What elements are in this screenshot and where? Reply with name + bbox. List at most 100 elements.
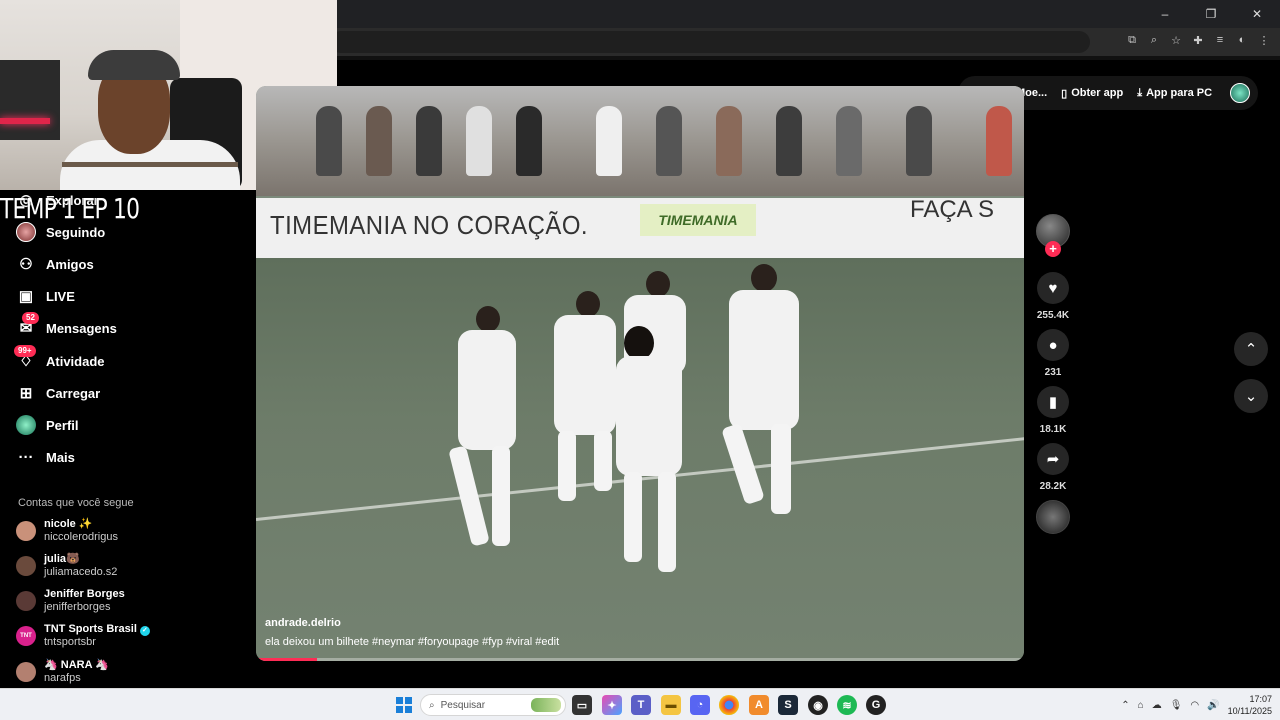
more-icon: ··· [18, 448, 34, 466]
like-count: 255.4K [1036, 310, 1070, 321]
following-account[interactable]: 🦄 NARA 🦄 narafps [16, 657, 109, 687]
restore-button[interactable]: ❐ [1188, 0, 1234, 28]
search-highlight-image [531, 698, 561, 712]
install-app-icon[interactable]: ⧉ [1124, 32, 1140, 48]
following-section-title: Contas que você segue [18, 497, 134, 509]
previous-video-button[interactable]: ⌃ [1234, 332, 1268, 366]
crowd-figure [776, 106, 802, 176]
next-video-button[interactable]: ⌄ [1234, 379, 1268, 413]
profile-avatar [16, 415, 36, 435]
save-count: 18.1K [1039, 424, 1067, 435]
chevron-up-icon[interactable]: ⌃ [1121, 700, 1129, 711]
bookmark-star-icon[interactable]: ☆ [1168, 32, 1184, 48]
obs-icon[interactable]: ◉ [808, 695, 828, 715]
spotify-icon[interactable]: ≋ [837, 695, 857, 715]
teams-icon[interactable]: T [631, 695, 651, 715]
comment-icon: ● [1048, 336, 1058, 354]
webcam-stripe [62, 162, 238, 167]
close-button[interactable]: ✕ [1234, 0, 1280, 28]
comment-button[interactable]: ● [1037, 329, 1069, 361]
zoom-icon[interactable]: ⌕ [1146, 32, 1162, 48]
get-app-label: Obter app [1071, 87, 1124, 99]
avatar [16, 662, 36, 682]
clock-time: 17:07 [1249, 694, 1272, 704]
following-account[interactable]: TNT TNT Sports Brasil ✓ tntsportsbr [16, 621, 150, 651]
sidebar-item-mais[interactable]: ··· Mais [16, 445, 75, 469]
crowd-figure [656, 106, 682, 176]
following-account[interactable]: julia🐻 juliamacedo.s2 [16, 551, 117, 581]
system-tray: ⌃ ⌂ ☁ 🎙 ◠ 🔊 17:07 10/11/2025 [1121, 689, 1272, 720]
friends-icon: ⚇ [19, 256, 33, 273]
verified-icon: ✓ [139, 626, 150, 636]
window-controls: – ❐ ✕ [1142, 0, 1280, 28]
sidebar-item-carregar[interactable]: ⊞ Carregar [16, 381, 101, 405]
sidebar-item-live[interactable]: ▣ LIVE [16, 284, 75, 308]
cloud-icon[interactable]: ☁ [1152, 700, 1162, 711]
crowd-figure [416, 106, 442, 176]
sidebar-item-label: Amigos [46, 256, 94, 272]
video-author[interactable]: andrade.delrio [265, 617, 341, 629]
kebab-menu-icon[interactable]: ⋮ [1256, 32, 1272, 48]
comment-count: 231 [1044, 367, 1062, 378]
sidebar-item-mensagens[interactable]: ✉ 52 Mensagens [16, 312, 117, 340]
crowd-figure [596, 106, 622, 176]
video-description[interactable]: ela deixou um bilhete #neymar #foryoupag… [265, 636, 559, 648]
minimize-button[interactable]: – [1142, 0, 1188, 28]
music-disc-icon[interactable] [1036, 500, 1070, 534]
sidebar-item-label: Mensagens [46, 320, 117, 336]
file-explorer-icon[interactable]: ▬ [661, 695, 681, 715]
crowd-figure [366, 106, 392, 176]
chrome-icon[interactable] [719, 695, 739, 715]
sidebar-item-amigos[interactable]: ⚇ Amigos [16, 252, 94, 276]
address-bar[interactable] [330, 31, 1090, 53]
microphone-icon[interactable]: 🎙 [1170, 700, 1183, 711]
account-name: TNT Sports Brasil [44, 623, 137, 635]
account-name: julia🐻 [44, 553, 80, 565]
sidebar-item-label: Perfil [46, 417, 79, 433]
account-handle: juliamacedo.s2 [44, 566, 118, 578]
avatar [16, 591, 36, 611]
wifi-icon[interactable]: ◠ [1190, 700, 1199, 711]
messages-badge: 52 [22, 312, 39, 324]
video-banner-right: FAÇA S [910, 196, 995, 223]
video-player[interactable]: TIMEMANIA NO CORAÇÃO. TIMEMANIA FAÇA S a… [256, 86, 1024, 661]
webcam-led [0, 118, 50, 124]
account-handle: niccolerodrigus [44, 531, 118, 543]
follow-plus-icon[interactable]: + [1045, 241, 1061, 257]
account-handle: narafps [44, 672, 81, 684]
like-button[interactable]: ♥ [1037, 272, 1069, 304]
windows-start-icon[interactable] [396, 697, 412, 713]
webcam-cap [88, 50, 180, 80]
steam-icon[interactable]: S [778, 695, 798, 715]
sidebar-item-perfil[interactable]: Perfil [16, 413, 79, 437]
avatar: TNT [16, 626, 36, 646]
chevron-up-icon: ⌃ [1244, 341, 1258, 358]
profile-icon[interactable]: ◐ [1234, 32, 1250, 48]
user-avatar[interactable] [1230, 83, 1251, 103]
following-account[interactable]: nicole ✨ niccolerodrigus [16, 516, 118, 546]
task-view-icon[interactable]: ▭ [572, 695, 592, 715]
volume-icon[interactable]: 🔊 [1207, 700, 1219, 711]
discord-icon[interactable]: ◔ [690, 695, 710, 715]
sidebar-item-label: Mais [46, 449, 75, 465]
sidebar-item-atividade[interactable]: ♢ 99+ Atividade [14, 345, 105, 373]
app-icon-g[interactable]: G [866, 695, 886, 715]
live-icon: ▣ [18, 288, 34, 305]
share-button[interactable]: ➦ [1037, 443, 1069, 475]
video-progress[interactable] [256, 658, 1024, 661]
app-icon[interactable]: A [749, 695, 769, 715]
pc-app-button[interactable]: ⤓ App para PC [1137, 87, 1212, 100]
clock[interactable]: 17:07 10/11/2025 [1228, 693, 1272, 717]
save-button[interactable]: ▮ [1037, 386, 1069, 418]
following-account[interactable]: Jeniffer Borges jenifferborges [16, 586, 125, 616]
network-icon[interactable]: ⌂ [1138, 700, 1144, 711]
activity-icon: ♢ 99+ [14, 345, 36, 371]
extensions-icon[interactable]: ✚ [1190, 32, 1206, 48]
media-icon[interactable]: ≡ [1212, 32, 1228, 48]
get-app-button[interactable]: ▯ Obter app [1061, 87, 1123, 100]
account-name: 🦄 NARA 🦄 [44, 659, 109, 671]
crowd-figure [716, 106, 742, 176]
copilot-icon[interactable]: ✦ [602, 695, 622, 715]
taskbar-search[interactable]: ⌕ Pesquisar [420, 694, 566, 716]
avatar [16, 521, 36, 541]
